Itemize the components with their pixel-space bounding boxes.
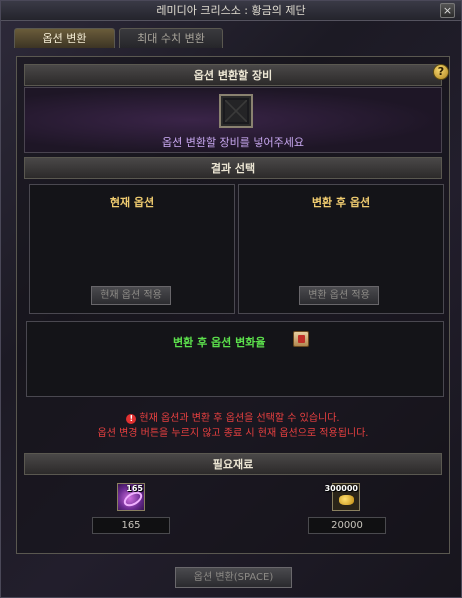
tab-option-convert[interactable]: 옵션 변환 (14, 28, 115, 48)
notice-line-1: ! 현재 옵션과 변환 후 옵션을 선택할 수 있습니다. (24, 411, 442, 426)
after-option-title: 변환 후 옵션 (311, 196, 371, 209)
convert-rate-label: 변환 후 옵션 변화율 (173, 336, 266, 349)
window-title: 레미디아 크리스소 : 황금의 제단 (156, 4, 306, 17)
current-option-title: 현재 옵션 (109, 196, 155, 209)
result-section-header: 결과 선택 (24, 157, 442, 179)
current-option-panel: 현재 옵션 현재 옵션 적용 (29, 184, 235, 314)
apply-current-option-button[interactable]: 현재 옵션 적용 (91, 286, 171, 305)
window-titlebar[interactable]: 레미디아 크리스소 : 황금의 제단 × (1, 1, 461, 21)
notice-line-2: 옵션 변경 버튼을 누르지 않고 종료 시 현재 옵션으로 적용됩니다. (97, 428, 369, 439)
gem-required-value: 165 (92, 517, 170, 534)
notice-line-1-text: 현재 옵션과 변환 후 옵션을 선택할 수 있습니다. (139, 413, 340, 424)
equip-hint-text: 옵션 변환할 장비를 넣어주세요 (161, 136, 305, 149)
empty-slot-icon (225, 100, 247, 122)
gold-coin-icon[interactable]: 300000 (325, 483, 360, 511)
close-button[interactable]: × (440, 3, 455, 18)
convert-rate-panel: 변환 후 옵션 변화율 (26, 321, 444, 397)
gold-badge-count: 300000 (324, 484, 358, 493)
equip-slot[interactable] (219, 94, 253, 128)
help-button[interactable]: ? (433, 64, 449, 80)
tab-max-value-convert[interactable]: 최대 수치 변환 (119, 28, 223, 48)
materials-section-header: 필요재료 (24, 453, 442, 475)
warning-icon: ! (126, 414, 137, 424)
gold-required-value: 20000 (308, 517, 386, 534)
scroll-icon[interactable] (293, 331, 309, 347)
altar-window: 레미디아 크리스소 : 황금의 제단 × 옵션 변환 최대 수치 변환 옵션 변… (0, 0, 462, 598)
after-option-panel: 변환 후 옵션 변환 옵션 적용 (238, 184, 444, 314)
notice-text: ! 현재 옵션과 변환 후 옵션을 선택할 수 있습니다. 옵션 변경 버튼을 누… (24, 411, 442, 441)
gem-badge-count: 165 (126, 484, 143, 493)
purple-gem-icon[interactable]: 165 (117, 483, 145, 511)
equip-section-header: 옵션 변환할 장비 (24, 64, 442, 86)
apply-converted-option-button[interactable]: 변환 옵션 적용 (299, 286, 379, 305)
option-convert-button[interactable]: 옵션 변환(SPACE) (175, 567, 292, 588)
